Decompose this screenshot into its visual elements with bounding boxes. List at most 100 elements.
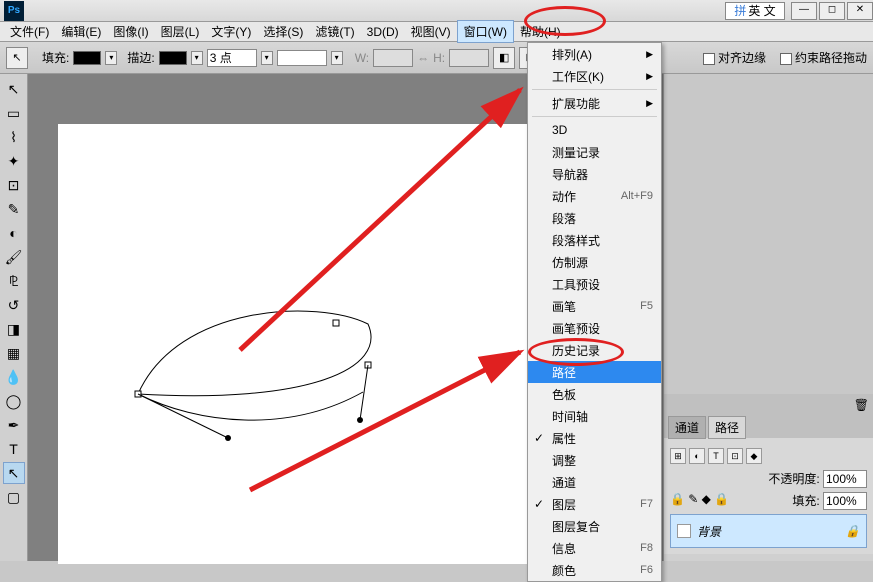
menuitem-段落样式[interactable]: 段落样式 xyxy=(528,229,661,251)
shape-tool[interactable]: ▢ xyxy=(3,486,25,508)
heal-tool[interactable]: ◐ xyxy=(3,222,25,244)
menu-image[interactable]: 图像(I) xyxy=(107,21,154,42)
close-button[interactable]: ✕ xyxy=(847,2,873,20)
menu-file[interactable]: 文件(F) xyxy=(4,21,55,42)
paths-tab[interactable]: 路径 xyxy=(708,416,746,439)
menuitem-色板[interactable]: 色板 xyxy=(528,383,661,405)
fill-label: 填充: xyxy=(42,49,69,66)
menuitem-路径[interactable]: 路径 xyxy=(528,361,661,383)
stroke-style[interactable] xyxy=(277,50,327,66)
filter-icon[interactable]: ⊞ xyxy=(670,448,686,464)
menuitem-颜色[interactable]: 颜色F6 xyxy=(528,559,661,581)
menuitem-画笔预设[interactable]: 画笔预设 xyxy=(528,317,661,339)
lasso-tool[interactable]: ⌇ xyxy=(3,126,25,148)
menuitem-通道[interactable]: 通道 xyxy=(528,471,661,493)
menu-layer[interactable]: 图层(L) xyxy=(155,21,206,42)
path-select-tool[interactable]: ↖ xyxy=(3,462,25,484)
opacity-input[interactable] xyxy=(823,470,867,488)
channels-tab[interactable]: 通道 xyxy=(668,416,706,439)
stroke-swatch[interactable] xyxy=(159,51,187,65)
path-icon[interactable]: ⊡ xyxy=(727,448,743,464)
language-indicator[interactable]: 拼英 文 xyxy=(725,2,785,20)
eyedropper-tool[interactable]: ✎ xyxy=(3,198,25,220)
history-brush-tool[interactable]: ↺ xyxy=(3,294,25,316)
marquee-tool[interactable]: ▭ xyxy=(3,102,25,124)
fill-opacity-label: 填充: xyxy=(792,494,819,508)
stroke-dropdown[interactable]: ▾ xyxy=(191,51,203,65)
brush-tool[interactable]: 🖌 xyxy=(3,246,25,268)
menuitem-画笔[interactable]: 画笔F5 xyxy=(528,295,661,317)
menuitem-调整[interactable]: 调整 xyxy=(528,449,661,471)
app-logo: Ps xyxy=(4,1,24,21)
menu-select[interactable]: 选择(S) xyxy=(257,21,309,42)
menuitem-动作[interactable]: 动作Alt+F9 xyxy=(528,185,661,207)
layer-background[interactable]: 背景 🔒 xyxy=(670,514,867,548)
stroke-width-input[interactable] xyxy=(207,49,257,67)
menu-window[interactable]: 窗口(W) xyxy=(457,20,514,43)
tool-arrow-icon[interactable]: ↖ xyxy=(6,47,28,69)
eraser-tool[interactable]: ◨ xyxy=(3,318,25,340)
menuitem-测量记录[interactable]: 测量记录 xyxy=(528,141,661,163)
menuitem-扩展功能[interactable]: 扩展功能▶ xyxy=(528,92,661,114)
align-edges-label: 对齐边缘 xyxy=(718,51,766,65)
stroke-style-dropdown[interactable]: ▾ xyxy=(331,51,343,65)
lock-icon: 🔒 xyxy=(845,524,860,538)
height-input[interactable] xyxy=(449,49,489,67)
blur-tool[interactable]: 💧 xyxy=(3,366,25,388)
width-input[interactable] xyxy=(373,49,413,67)
stamp-tool[interactable]: ⅊ xyxy=(3,270,25,292)
menuitem-图层复合[interactable]: 图层复合 xyxy=(528,515,661,537)
wand-tool[interactable]: ✦ xyxy=(3,150,25,172)
maximize-button[interactable]: ◻ xyxy=(819,2,845,20)
trash-icon[interactable]: 🗑 xyxy=(854,398,869,412)
fill-swatch[interactable] xyxy=(73,51,101,65)
type-tool[interactable]: T xyxy=(3,438,25,460)
link-icon[interactable]: ⇔ xyxy=(417,51,429,65)
pen-tool[interactable]: ✒ xyxy=(3,414,25,436)
stroke-width-dropdown[interactable]: ▾ xyxy=(261,51,273,65)
gradient-tool[interactable]: ▦ xyxy=(3,342,25,364)
move-tool[interactable]: ↖ xyxy=(3,78,25,100)
panels: 🗑 通道 路径 ⊞ ◐ T ⊡ ◆ 不透明度: 🔒 ✎ ◆ 🔒 填充: xyxy=(663,74,873,561)
toolbox: ↖ ▭ ⌇ ✦ ⊡ ✎ ◐ 🖌 ⅊ ↺ ◨ ▦ 💧 ◯ ✒ T ↖ ▢ xyxy=(0,74,28,561)
menuitem-属性[interactable]: ✓属性 xyxy=(528,427,661,449)
menuitem-历史记录[interactable]: 历史记录 xyxy=(528,339,661,361)
menubar: 文件(F) 编辑(E) 图像(I) 图层(L) 文字(Y) 选择(S) 滤镜(T… xyxy=(0,22,873,42)
h-label: H: xyxy=(433,51,445,65)
menu-help[interactable]: 帮助(H) xyxy=(514,21,567,42)
layer-name: 背景 xyxy=(697,523,721,540)
blend-icon[interactable]: ◐ xyxy=(689,448,705,464)
menuitem-仿制源[interactable]: 仿制源 xyxy=(528,251,661,273)
opacity-label: 不透明度: xyxy=(768,472,819,486)
stroke-label: 描边: xyxy=(127,49,154,66)
menuitem-图层[interactable]: ✓图层F7 xyxy=(528,493,661,515)
fill-opacity-input[interactable] xyxy=(823,492,867,510)
menuitem-信息[interactable]: 信息F8 xyxy=(528,537,661,559)
w-label: W: xyxy=(355,51,369,65)
menuitem-工具预设[interactable]: 工具预设 xyxy=(528,273,661,295)
menu-view[interactable]: 视图(V) xyxy=(405,21,457,42)
menu-filter[interactable]: 滤镜(T) xyxy=(309,21,360,42)
menuitem-导航器[interactable]: 导航器 xyxy=(528,163,661,185)
menu-type[interactable]: 文字(Y) xyxy=(205,21,257,42)
options-bar: ↖ 填充: ▾ 描边: ▾ ▾ ▾ W: ⇔ H: ◧ ⊞ ≡ 对齐边缘 约束路… xyxy=(0,42,873,74)
menu-3d[interactable]: 3D(D) xyxy=(361,23,405,41)
dodge-tool[interactable]: ◯ xyxy=(3,390,25,412)
menuitem-段落[interactable]: 段落 xyxy=(528,207,661,229)
path-ops-icon[interactable]: ◧ xyxy=(493,47,515,69)
minimize-button[interactable]: — xyxy=(791,2,817,20)
constrain-checkbox[interactable] xyxy=(780,53,792,65)
menuitem-时间轴[interactable]: 时间轴 xyxy=(528,405,661,427)
window-dropdown: 排列(A)▶工作区(K)▶ 扩展功能▶ 3D测量记录导航器动作Alt+F9段落段落样… xyxy=(527,42,662,582)
menuitem-排列(A)[interactable]: 排列(A)▶ xyxy=(528,43,661,65)
align-edges-checkbox[interactable] xyxy=(703,53,715,65)
menuitem-3D[interactable]: 3D xyxy=(528,119,661,141)
crop-tool[interactable]: ⊡ xyxy=(3,174,25,196)
shape-icon[interactable]: ◆ xyxy=(746,448,762,464)
fill-dropdown[interactable]: ▾ xyxy=(105,51,117,65)
constrain-label: 约束路径拖动 xyxy=(795,51,867,65)
type-icon[interactable]: T xyxy=(708,448,724,464)
visibility-icon[interactable] xyxy=(677,524,691,538)
menu-edit[interactable]: 编辑(E) xyxy=(55,21,107,42)
menuitem-工作区(K)[interactable]: 工作区(K)▶ xyxy=(528,65,661,87)
